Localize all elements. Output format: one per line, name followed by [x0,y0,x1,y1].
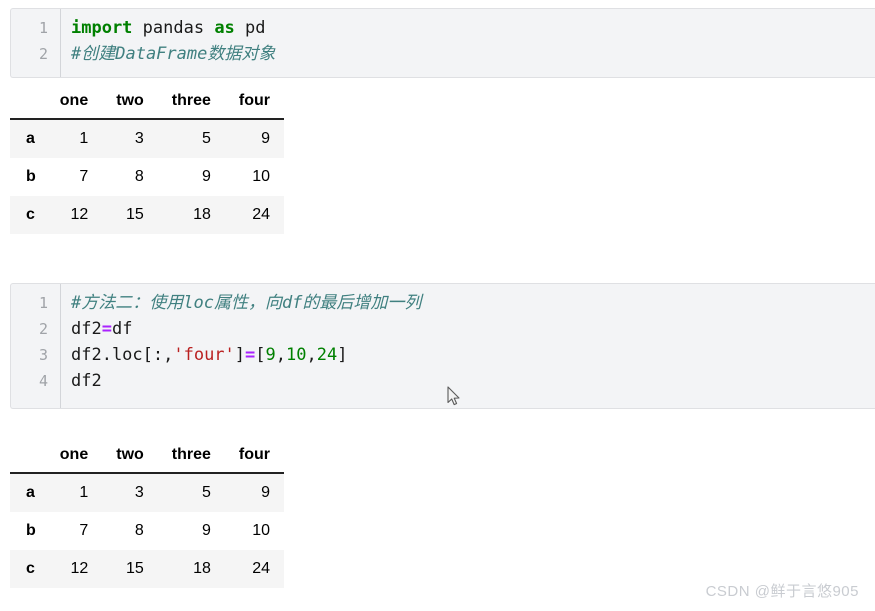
line-number: 1 [38,19,48,37]
table-row: c 12 15 18 24 [10,550,285,588]
table-row: b 7 8 9 10 [10,158,285,196]
table-row-index: a [26,130,35,147]
table-index-header [10,440,46,474]
table-row: a 1 3 5 9 [10,473,285,512]
line-number: 3 [38,346,48,364]
code-token-number: 10 [286,345,307,365]
code-token-operator: = [245,345,256,365]
code-token-plain: ] [337,345,348,365]
table-cell: 9 [261,484,271,501]
table-column-header: one [45,440,103,474]
dataframe-table-1: one two three four a 1 3 5 9 b 7 8 9 10 c 12 15 18 24 [10,86,285,234]
code-cell-2[interactable]: 1234 #方法二：使用loc属性，向df的最后增加一列 df2=df df2.lo… [10,283,875,409]
table-column-header: three [157,440,225,474]
code-token-comment: #创建DataFrame数据对象 [71,44,276,64]
code-token-operator: = [101,319,112,339]
table-cell: 24 [252,560,271,577]
table-cell: 1 [79,130,89,147]
table-cell: 12 [70,206,89,223]
table-header-row: one two three four [10,86,285,120]
code-token-plain: df [111,319,133,339]
code-token-keyword: import [71,18,133,38]
code-token-plain: pd [234,18,266,38]
code-cell-1[interactable]: 12 import pandas as pd #创建DataFrame数据对象 [10,8,875,78]
dataframe-table-2: one two three four a 1 3 5 9 b 7 8 9 10 c 12 15 18 24 [10,440,285,588]
table-cell: 18 [193,560,211,577]
table-cell: 9 [202,168,211,185]
code-line[interactable]: #方法二：使用loc属性，向df的最后增加一列 [71,290,875,316]
code-line[interactable]: df2=df [71,316,875,342]
code-token-comment: #方法二：使用loc属性，向df的最后增加一列 [71,293,422,313]
code-token-plain: df2 [71,371,102,391]
table-cell: 1 [79,484,89,501]
table-cell: 7 [79,168,89,185]
code-editor-1[interactable]: import pandas as pd #创建DataFrame数据对象 [61,9,875,77]
table-row: b 7 8 9 10 [10,512,285,550]
table-row-index: b [26,522,36,539]
table-cell: 15 [125,206,144,223]
code-token-plain: pandas [132,18,215,38]
code-line[interactable]: df2 [71,368,875,394]
dataframe-output-1: one two three four a 1 3 5 9 b 7 8 9 10 c 12 15 18 24 [10,86,285,234]
line-number: 4 [38,372,48,390]
code-token-plain: , [275,345,287,365]
code-token-plain: , [306,345,317,365]
code-token-number: 24 [316,345,338,365]
table-cell: 9 [202,522,211,539]
table-cell: 3 [134,130,144,147]
table-cell: 9 [261,130,271,147]
table-cell: 12 [70,560,89,577]
table-cell: 18 [193,206,211,223]
line-number: 1 [38,294,48,312]
table-row-index: c [26,560,35,577]
table-column-header: three [157,86,225,120]
table-cell: 7 [79,522,89,539]
line-number: 2 [38,320,48,338]
table-row: a 1 3 5 9 [10,119,285,158]
table-row-index: c [26,206,35,223]
dataframe-output-2: one two three four a 1 3 5 9 b 7 8 9 10 c 12 15 18 24 [10,440,285,588]
line-number-gutter-1: 12 [11,9,61,77]
code-token-plain: [ [255,345,266,365]
code-editor-2[interactable]: #方法二：使用loc属性，向df的最后增加一列 df2=df df2.loc[:,'… [61,284,875,408]
table-column-header: four [224,440,285,474]
code-line[interactable]: import pandas as pd [71,15,875,41]
table-cell: 5 [202,130,211,147]
table-cell: 3 [134,484,144,501]
code-line[interactable]: df2.loc[:,'four']=[9,10,24] [71,342,875,368]
line-number-gutter-2: 1 2 3 4 [11,284,61,408]
table-cell: 8 [134,168,144,185]
table-column-header: four [224,86,285,120]
code-token-plain: df2.loc[:, [71,345,174,365]
code-line[interactable]: #创建DataFrame数据对象 [71,41,875,67]
table-row-index: a [26,484,35,501]
table-row: c 12 15 18 24 [10,196,285,234]
csdn-watermark: CSDN @鲜于言悠905 [705,583,859,600]
table-cell: 15 [125,560,144,577]
code-token-string: 'four' [173,345,235,365]
line-number: 2 [38,45,48,63]
table-column-header: two [102,86,158,120]
table-cell: 5 [202,484,211,501]
table-cell: 8 [134,522,144,539]
table-cell: 10 [252,522,271,539]
table-row-index: b [26,168,36,185]
table-column-header: one [45,86,103,120]
table-header-row: one two three four [10,440,285,474]
table-index-header [10,86,46,120]
code-token-keyword: as [214,18,235,38]
code-token-plain: df2 [71,319,102,339]
table-cell: 24 [252,206,271,223]
table-column-header: two [102,440,158,474]
code-token-plain: ] [234,345,246,365]
table-cell: 10 [252,168,271,185]
code-token-number: 9 [265,345,276,365]
